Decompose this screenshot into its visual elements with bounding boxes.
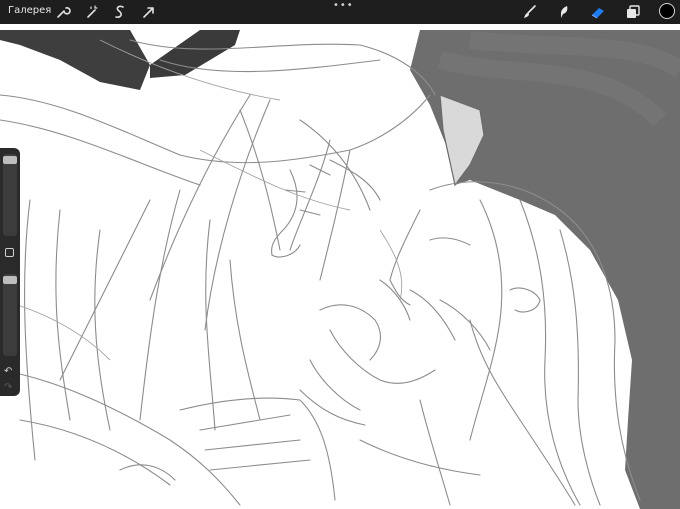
wrench-icon[interactable] bbox=[52, 2, 72, 22]
opacity-slider[interactable] bbox=[3, 274, 17, 356]
left-sidebar: ↶ ↷ bbox=[0, 148, 20, 396]
more-options-button[interactable]: ••• bbox=[333, 0, 354, 11]
undo-arrow-icon[interactable]: ↶ bbox=[4, 366, 12, 377]
arrow-transform-icon[interactable] bbox=[139, 2, 159, 22]
drawing-canvas[interactable] bbox=[0, 24, 680, 509]
brush-icon[interactable] bbox=[520, 2, 540, 22]
color-swatch-button[interactable] bbox=[659, 3, 675, 19]
redo-arrow-icon[interactable]: ↷ bbox=[4, 382, 12, 393]
opacity-thumb[interactable] bbox=[3, 276, 17, 284]
top-toolbar: Галерея ••• bbox=[0, 0, 680, 24]
brush-size-slider[interactable] bbox=[3, 154, 17, 236]
modify-button[interactable] bbox=[5, 248, 14, 257]
layers-icon[interactable] bbox=[623, 2, 643, 22]
sketch-artwork bbox=[0, 30, 680, 509]
magic-wand-icon[interactable] bbox=[82, 2, 102, 22]
selection-s-icon[interactable] bbox=[110, 2, 130, 22]
smudge-icon[interactable] bbox=[554, 2, 574, 22]
brush-size-thumb[interactable] bbox=[3, 156, 17, 164]
gallery-button[interactable]: Галерея bbox=[8, 5, 51, 16]
eraser-icon[interactable] bbox=[588, 2, 608, 22]
